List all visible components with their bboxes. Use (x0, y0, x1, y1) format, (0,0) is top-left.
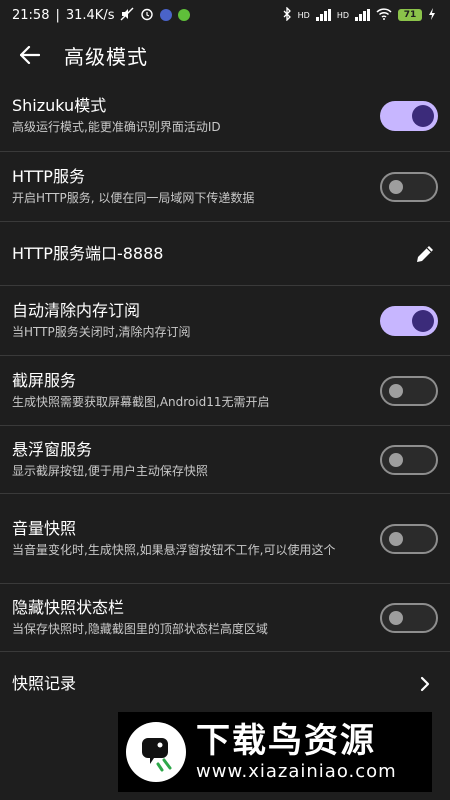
setting-http-service[interactable]: HTTP服务 开启HTTP服务, 以便在同一局域网下传递数据 (0, 152, 450, 222)
setting-title: HTTP服务 (12, 166, 85, 186)
toggle-knob (389, 383, 403, 398)
setting-auto-clear-memory[interactable]: 自动清除内存订阅 当HTTP服务关闭时,清除内存订阅 (0, 286, 450, 356)
app-bar: 高级模式 (0, 30, 450, 80)
toggle-knob (412, 104, 434, 127)
setting-hide-status-bar[interactable]: 隐藏快照状态栏 当保存快照时,隐藏截图里的顶部状态栏高度区域 (0, 584, 450, 652)
setting-floating-window[interactable]: 悬浮窗服务 显示截屏按钮,便于用户主动保存快照 (0, 426, 450, 494)
floating-window-toggle[interactable] (380, 444, 438, 475)
bluetooth-icon (282, 6, 292, 23)
shizuku-mode-toggle[interactable] (380, 100, 438, 131)
auto-clear-memory-toggle[interactable] (380, 305, 438, 336)
setting-text: 隐藏快照状态栏 当保存快照时,隐藏截图里的顶部状态栏高度区域 (12, 597, 268, 639)
charging-icon (428, 8, 436, 22)
app-notification-icon-2 (178, 9, 191, 21)
back-arrow-icon[interactable] (18, 43, 42, 67)
setting-subtitle: 当HTTP服务关闭时,清除内存订阅 (12, 324, 191, 339)
screen: 21:58 | 31.4K/s HD HD 71 高级模式 Shizuku模式 … (0, 0, 450, 800)
setting-text: HTTP服务 开启HTTP服务, 以便在同一局域网下传递数据 (12, 166, 254, 208)
setting-title: 悬浮窗服务 (12, 439, 93, 459)
alarm-icon (140, 7, 154, 23)
setting-subtitle: 高级运行模式,能更准确识别界面活动ID (12, 119, 221, 134)
setting-subtitle: 显示截屏按钮,便于用户主动保存快照 (12, 463, 208, 478)
signal-icon (315, 9, 331, 21)
watermark-url: www.xiazainiao.com (196, 761, 397, 782)
setting-title: 隐藏快照状态栏 (12, 597, 125, 617)
toggle-knob (412, 309, 434, 332)
mute-icon (120, 7, 134, 23)
setting-text: 快照记录 (12, 673, 76, 695)
status-bar-right: HD HD 71 (282, 6, 436, 23)
setting-subtitle: 生成快照需要获取屏幕截图,Android11无需开启 (12, 394, 270, 409)
setting-subtitle: 当保存快照时,隐藏截图里的顶部状态栏高度区域 (12, 621, 268, 636)
toggle-knob (389, 610, 403, 625)
screenshot-service-toggle[interactable] (380, 375, 438, 406)
setting-text: HTTP服务端口-8888 (12, 243, 163, 265)
setting-title: 自动清除内存订阅 (12, 300, 141, 320)
battery-icon: 71 (398, 9, 422, 21)
signal-icon-2 (355, 9, 370, 21)
status-net-speed: 31.4K/s (65, 7, 115, 23)
hd-label-1: HD (297, 10, 310, 20)
setting-volume-snapshot[interactable]: 音量快照 当音量变化时,生成快照,如果悬浮窗按钮不工作,可以使用这个 (0, 494, 450, 584)
setting-title: 音量快照 (12, 518, 77, 538)
toggle-knob (389, 452, 403, 467)
status-separator: | (55, 7, 60, 23)
setting-subtitle: 开启HTTP服务, 以便在同一局域网下传递数据 (12, 190, 255, 205)
setting-title: HTTP服务端口-8888 (12, 243, 164, 263)
app-notification-icon (160, 9, 173, 21)
hd-label-2: HD (336, 10, 349, 20)
http-service-toggle[interactable] (380, 171, 438, 202)
hide-status-bar-toggle[interactable] (380, 602, 438, 633)
watermark-banner: 下载鸟资源 www.xiazainiao.com (118, 712, 432, 792)
toggle-knob (389, 531, 403, 546)
edit-pencil-icon[interactable] (412, 241, 438, 267)
settings-list: Shizuku模式 高级运行模式,能更准确识别界面活动ID HTTP服务 开启H… (0, 80, 450, 716)
bird-logo-icon (126, 722, 186, 782)
setting-shizuku-mode[interactable]: Shizuku模式 高级运行模式,能更准确识别界面活动ID (0, 80, 450, 152)
watermark-title: 下载鸟资源 (196, 721, 376, 761)
status-bar: 21:58 | 31.4K/s HD HD 71 (0, 0, 450, 30)
setting-text: Shizuku模式 高级运行模式,能更准确识别界面活动ID (12, 95, 221, 137)
setting-title: 快照记录 (12, 674, 77, 693)
volume-snapshot-toggle[interactable] (380, 523, 438, 554)
setting-http-port[interactable]: HTTP服务端口-8888 (0, 222, 450, 286)
setting-screenshot-service[interactable]: 截屏服务 生成快照需要获取屏幕截图,Android11无需开启 (0, 356, 450, 426)
setting-snapshot-records[interactable]: 快照记录 (0, 652, 450, 716)
toggle-knob (389, 179, 403, 194)
page-title: 高级模式 (64, 44, 148, 69)
setting-text: 悬浮窗服务 显示截屏按钮,便于用户主动保存快照 (12, 439, 208, 481)
setting-subtitle: 当音量变化时,生成快照,如果悬浮窗按钮不工作,可以使用这个 (12, 542, 336, 557)
setting-title: 截屏服务 (12, 370, 77, 390)
wifi-icon (376, 8, 392, 22)
status-bar-left: 21:58 | 31.4K/s (12, 7, 191, 23)
setting-text: 自动清除内存订阅 当HTTP服务关闭时,清除内存订阅 (12, 300, 191, 342)
watermark-text: 下载鸟资源 www.xiazainiao.com (196, 721, 397, 783)
setting-text: 音量快照 当音量变化时,生成快照,如果悬浮窗按钮不工作,可以使用这个 (12, 518, 335, 560)
setting-title: Shizuku模式 (12, 95, 107, 115)
status-time: 21:58 (12, 7, 50, 23)
chevron-right-icon[interactable] (412, 671, 438, 697)
setting-text: 截屏服务 生成快照需要获取屏幕截图,Android11无需开启 (12, 370, 269, 412)
